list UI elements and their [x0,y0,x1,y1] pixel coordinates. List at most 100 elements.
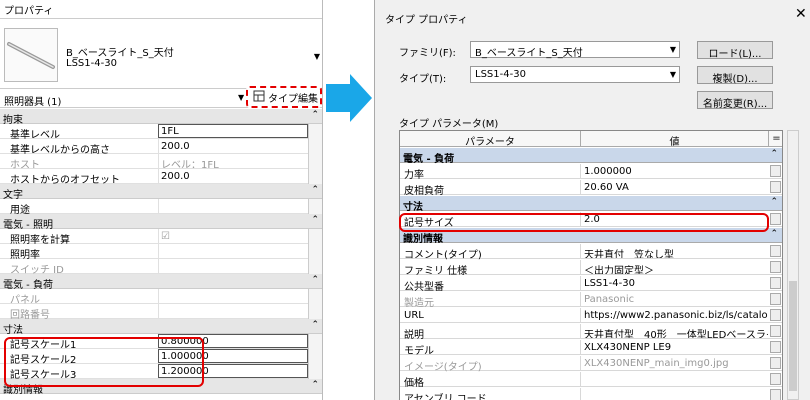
parameter-row[interactable]: モデル XLX430NENP LE9 [400,340,782,357]
collapse-icon[interactable]: ⌃ [311,185,319,195]
associate-parameter-button[interactable] [770,293,781,305]
parameter-row[interactable]: ファミリ 仕様 ＜出力固定型＞ [400,260,782,277]
collapse-icon[interactable]: ⌃ [311,320,319,330]
parameter-row[interactable]: コメント(タイプ) 天井直付 笠なし型 [400,244,782,261]
parameter-row[interactable]: 公共型番 LSS1-4-30 [400,276,782,293]
associate-parameter-button[interactable] [770,165,781,177]
associate-parameter-button[interactable] [770,277,781,289]
type-select[interactable]: LSS1-4-30 ▼ [470,66,680,83]
parameter-value[interactable]: https://www2.panasonic.biz/ls/catalog [580,308,768,322]
column-header-value[interactable]: 値 [580,131,768,148]
parameter-group-header[interactable]: 電気 - 負荷 ⌃ [400,148,782,165]
parameter-value[interactable]: 1.000000 [580,164,768,178]
collapse-icon[interactable]: ⌃ [770,149,778,159]
chevron-down-icon[interactable]: ▼ [670,45,676,54]
associate-parameter-button[interactable] [770,373,781,385]
parameter-row[interactable]: 照明率を計算 ☑ [0,229,322,246]
parameter-row[interactable]: 製造元 Panasonic [400,292,782,309]
parameter-row[interactable]: 基準レベルからの高さ 200.0 [0,139,322,156]
parameter-row[interactable]: 照明率 [0,244,322,261]
parameter-row[interactable]: 用途 [0,199,322,216]
associate-parameter-button[interactable] [308,259,322,274]
parameter-value[interactable]: 天井直付 笠なし型 [580,244,768,258]
associate-parameter-button[interactable] [770,309,781,321]
parameter-value[interactable] [580,388,768,400]
duplicate-button[interactable]: 複製(D)... [697,66,773,85]
associate-parameter-button[interactable] [308,139,322,154]
collapse-icon[interactable]: ⌃ [770,197,778,207]
associate-parameter-button[interactable] [308,169,322,184]
parameter-row[interactable]: アセンブリ コード [400,388,782,400]
associate-parameter-button[interactable] [308,289,322,304]
parameter-value[interactable] [158,244,308,258]
associate-parameter-button[interactable] [308,364,322,379]
associate-parameter-button[interactable] [308,229,322,244]
parameter-value[interactable] [158,304,308,318]
scrollbar-thumb[interactable] [789,281,797,391]
parameter-value[interactable]: レベル：1FL [158,154,308,168]
associate-parameter-button[interactable] [770,325,781,337]
parameter-value[interactable]: 天井直付型 40形 一体型LEDベースライト [580,324,768,338]
load-button[interactable]: ロード(L)... [697,41,773,60]
collapse-icon[interactable]: ⌃ [311,275,319,285]
parameter-row[interactable]: 説明 天井直付型 40形 一体型LEDベースライト [400,324,782,341]
parameter-value[interactable]: 20.60 VA [580,180,768,194]
chevron-down-icon[interactable]: ▼ [670,70,676,79]
column-header-parameter[interactable]: パラメータ [400,133,580,148]
parameter-row[interactable]: 回路番号 [0,304,322,321]
parameter-value[interactable]: XLX430NENP_main_img0.jpg [580,356,768,370]
family-select[interactable]: B_ベースライト_S_天付 ▼ [470,41,680,59]
associate-parameter-button[interactable] [770,261,781,273]
parameter-value[interactable]: 200.0 [158,139,308,153]
parameter-value[interactable] [580,372,768,386]
parameter-row[interactable]: スイッチ ID [0,259,322,276]
parameter-value[interactable] [158,199,308,213]
parameter-group-header[interactable]: 寸法 ⌃ [0,319,322,336]
parameter-row[interactable]: パネル [0,289,322,306]
associate-parameter-button[interactable] [308,334,322,349]
parameter-group-header[interactable]: 文字 ⌃ [0,184,322,201]
close-icon[interactable]: ✕ [795,6,807,22]
parameter-value[interactable]: XLX430NENP LE9 [580,340,768,354]
parameter-row[interactable]: 価格 [400,372,782,389]
chevron-down-icon[interactable]: ▼ [238,93,244,102]
parameter-value[interactable]: LSS1-4-30 [580,276,768,290]
parameter-value[interactable]: ＜出力固定型＞ [580,260,768,274]
associate-parameter-button[interactable] [770,245,781,257]
parameter-group-header[interactable]: 寸法 ⌃ [400,196,782,213]
associate-parameter-button[interactable] [770,213,781,225]
parameter-value[interactable] [158,259,308,273]
parameter-row[interactable]: 皮相負荷 20.60 VA [400,180,782,197]
associate-parameter-button[interactable] [770,341,781,353]
type-selector[interactable]: B_ベースライト_S_天付 LSS1-4-30 ▼ [2,26,322,86]
parameter-row[interactable]: ホスト レベル：1FL [0,154,322,171]
parameter-row[interactable]: 基準レベル 1FL [0,124,322,141]
associate-parameter-button[interactable] [308,304,322,319]
collapse-icon[interactable]: ⌃ [311,380,319,390]
associate-parameter-button[interactable] [308,154,322,169]
vertical-scrollbar[interactable] [787,130,799,400]
parameter-value[interactable]: 1FL [158,124,308,138]
parameter-value[interactable]: 200.0 [158,169,308,183]
parameter-group-header[interactable]: 電気 - 負荷 ⌃ [0,274,322,291]
associate-parameter-button[interactable] [308,124,322,139]
associate-parameter-button[interactable] [308,199,322,214]
associate-parameter-button[interactable] [308,244,322,259]
edit-type-button[interactable]: タイプ編集 [246,86,322,108]
parameter-group-header[interactable]: 電気 - 照明 ⌃ [0,214,322,231]
collapse-icon[interactable]: ⌃ [311,215,319,225]
collapse-icon[interactable]: ⌃ [311,110,319,120]
parameter-value[interactable] [158,289,308,303]
parameter-row[interactable]: ホストからのオフセット 200.0 [0,169,322,186]
parameter-row[interactable]: 力率 1.000000 [400,164,782,181]
associate-parameter-button[interactable] [308,349,322,364]
chevron-down-icon[interactable]: ▼ [314,52,320,61]
collapse-icon[interactable]: ⌃ [770,229,778,239]
parameter-value[interactable]: Panasonic [580,292,768,306]
rename-button[interactable]: 名前変更(R)... [697,91,773,110]
column-header-formula[interactable]: = [768,131,782,147]
associate-parameter-button[interactable] [770,389,781,400]
parameter-value[interactable]: ☑ [158,229,308,243]
parameter-row[interactable]: URL https://www2.panasonic.biz/ls/catalog [400,308,782,323]
parameter-group-header[interactable]: 拘束 ⌃ [0,109,322,126]
